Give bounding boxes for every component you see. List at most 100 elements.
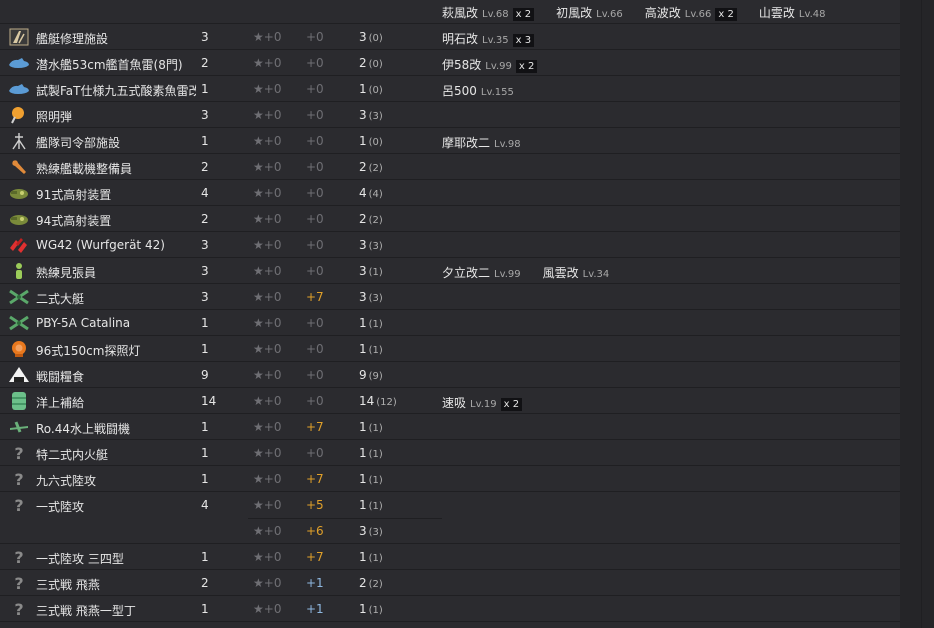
total-value: 3	[359, 30, 367, 44]
equipment-name: 91式高射装置	[36, 188, 112, 202]
total-count: 1 (1)	[359, 602, 383, 616]
owned-count: 1	[201, 134, 209, 148]
equipment-row[interactable]: 試製FaT仕様九五式酸素魚雷改 1 ★+0 +0 1 (0) 呂500 Lv.155	[0, 76, 900, 102]
ship-entry: 速吸 Lv.19 x 2	[442, 394, 523, 411]
ship-level: Lv.66	[596, 9, 623, 20]
owned-count: 2	[201, 56, 209, 70]
ship-level: Lv.34	[582, 269, 610, 280]
total-count: 4 (4)	[359, 186, 383, 200]
equipment-subrow[interactable]: ★+0 +6 3 (3)	[0, 518, 900, 544]
scrollbar[interactable]	[900, 0, 934, 628]
unequipped-count: (1)	[368, 423, 383, 434]
unequipped-count: (1)	[368, 605, 383, 616]
proficiency-value: ★+0	[253, 108, 282, 122]
equipment-row[interactable]: 二式大艇 3 ★+0 +7 3 (3)	[0, 284, 900, 310]
owned-count: 14	[201, 394, 217, 408]
total-value: 1	[359, 446, 367, 460]
equipment-row[interactable]: 熟練艦載機整備員 2 ★+0 +0 2 (2)	[0, 154, 900, 180]
svg-text:?: ?	[14, 470, 23, 488]
equipment-name: 94式高射装置	[36, 214, 112, 228]
improvement-value: +0	[306, 134, 324, 148]
ship-name: 夕立改二	[442, 266, 491, 280]
owned-count: 1	[201, 420, 209, 434]
ship-count-badge: x 2	[512, 8, 535, 21]
submarine-torpedo-icon	[8, 54, 30, 72]
proficiency-value: ★+0	[253, 290, 282, 304]
total-count: 1 (1)	[359, 446, 383, 460]
equipment-row[interactable]: 潜水艦53cm艦首魚雷(8門) 2 ★+0 +0 2 (0) 伊58改 Lv.99 x 2	[0, 50, 900, 76]
equipment-name: 熟練艦載機整備員	[36, 162, 133, 176]
equipment-row[interactable]: 96式150cm探照灯 1 ★+0 +0 1 (1)	[0, 336, 900, 362]
equipment-row[interactable]: PBY-5A Catalina 1 ★+0 +0 1 (1)	[0, 310, 900, 336]
total-value: 1	[359, 342, 367, 356]
total-value: 14	[359, 394, 375, 408]
header-ship-list: 萩風改 Lv.68 x 2 初風改 Lv.66 高波改 Lv.66 x 2 山雲改 Lv.48	[442, 4, 826, 21]
equipment-row[interactable]: 照明弾 3 ★+0 +0 3 (3)	[0, 102, 900, 128]
supply-drum-icon	[8, 392, 30, 410]
total-count: 3 (0)	[359, 30, 383, 44]
header-ship-row: 萩風改 Lv.68 x 2 初風改 Lv.66 高波改 Lv.66 x 2 山雲改 Lv.48	[0, 0, 900, 24]
unequipped-count: (3)	[368, 111, 383, 122]
total-value: 3	[359, 238, 367, 252]
owned-count: 1	[201, 550, 209, 564]
owned-count: 3	[201, 264, 209, 278]
ship-entry: 夕立改二 Lv.99	[442, 264, 521, 281]
seaplane-fighter-icon	[8, 418, 30, 436]
improvement-value: +7	[306, 420, 324, 434]
total-count: 1 (1)	[359, 498, 383, 512]
equipment-row[interactable]: ? 三式戦 飛燕 2 ★+0 +1 2 (2)	[0, 570, 900, 596]
owned-count: 1	[201, 82, 209, 96]
ship-level: Lv.99	[485, 61, 512, 72]
improvement-value: +0	[306, 212, 324, 226]
unknown-icon: ?	[8, 548, 30, 566]
equipment-row[interactable]: ? 一式陸攻 4 ★+0 +5 1 (1)	[0, 492, 900, 519]
unequipped-count: (1)	[368, 501, 383, 512]
improvement-value: +0	[306, 316, 324, 330]
equipment-row[interactable]: ? 特二式内火艇 1 ★+0 +0 1 (1)	[0, 440, 900, 466]
total-count: 3 (3)	[359, 108, 383, 122]
unequipped-count: (2)	[368, 215, 383, 226]
equipment-row[interactable]: Ro.44水上戦闘機 1 ★+0 +7 1 (1)	[0, 414, 900, 440]
owned-count: 3	[201, 238, 209, 252]
equipment-name: 戦闘糧食	[36, 370, 85, 384]
equipment-row[interactable]: 94式高射装置 2 ★+0 +0 2 (2)	[0, 206, 900, 232]
equipment-row[interactable]: 洋上補給 14 ★+0 +0 14 (12) 速吸 Lv.19 x 2	[0, 388, 900, 414]
equipment-row[interactable]: 艦隊司令部施設 1 ★+0 +0 1 (0) 摩耶改二 Lv.98	[0, 128, 900, 154]
ship-name: 明石改	[442, 32, 479, 46]
equipment-row[interactable]: 熟練見張員 3 ★+0 +0 3 (1) 夕立改二 Lv.99 風雲改 Lv.34	[0, 258, 900, 284]
equipment-row[interactable]: 91式高射装置 4 ★+0 +0 4 (4)	[0, 180, 900, 206]
ship-level: Lv.155	[480, 87, 514, 98]
total-count: 1 (1)	[359, 550, 383, 564]
ship-count-badge: x 2	[500, 398, 523, 411]
equipped-ships: 夕立改二 Lv.99 風雲改 Lv.34	[442, 264, 609, 281]
equipment-row[interactable]: ? 一式陸攻 三四型 1 ★+0 +7 1 (1)	[0, 544, 900, 570]
equipment-name: 一式陸攻 三四型	[36, 552, 124, 566]
equipment-row[interactable]: ? 三式戦 飛燕一型丁 1 ★+0 +1 1 (1)	[0, 596, 900, 622]
unequipped-count: (3)	[368, 527, 383, 538]
owned-count: 2	[201, 212, 209, 226]
unequipped-count: (1)	[368, 475, 383, 486]
improvement-value: +7	[306, 290, 324, 304]
lookout-icon	[8, 262, 30, 280]
ship-level: Lv.66	[684, 9, 712, 20]
wrench-icon	[8, 158, 30, 176]
improvement-value: +0	[306, 56, 324, 70]
total-count: 1 (1)	[359, 342, 383, 356]
equipment-row[interactable]: WG42 (Wurfgerät 42) 3 ★+0 +0 3 (3)	[0, 232, 900, 258]
equipment-name: WG42 (Wurfgerät 42)	[36, 238, 165, 252]
ship-name: 山雲改	[758, 6, 795, 20]
ship-name: 摩耶改二	[442, 136, 491, 150]
proficiency-value: ★+0	[253, 342, 282, 356]
improvement-value: +0	[306, 82, 324, 96]
equipment-row[interactable]: ? 九六式陸攻 1 ★+0 +7 1 (1)	[0, 466, 900, 492]
aa-fire-director-icon	[8, 184, 30, 202]
proficiency-value: ★+0	[253, 264, 282, 278]
ship-level: Lv.99	[494, 269, 521, 280]
equipment-name: 一式陸攻	[36, 500, 85, 514]
equipped-ships: 伊58改 Lv.99 x 2	[442, 56, 538, 73]
total-value: 1	[359, 420, 367, 434]
equipment-row[interactable]: 艦艇修理施設 3 ★+0 +0 3 (0) 明石改 Lv.35 x 3	[0, 24, 900, 50]
proficiency-value: ★+0	[253, 238, 282, 252]
total-value: 3	[359, 290, 367, 304]
equipment-row[interactable]: 戦闘糧食 9 ★+0 +0 9 (9)	[0, 362, 900, 388]
